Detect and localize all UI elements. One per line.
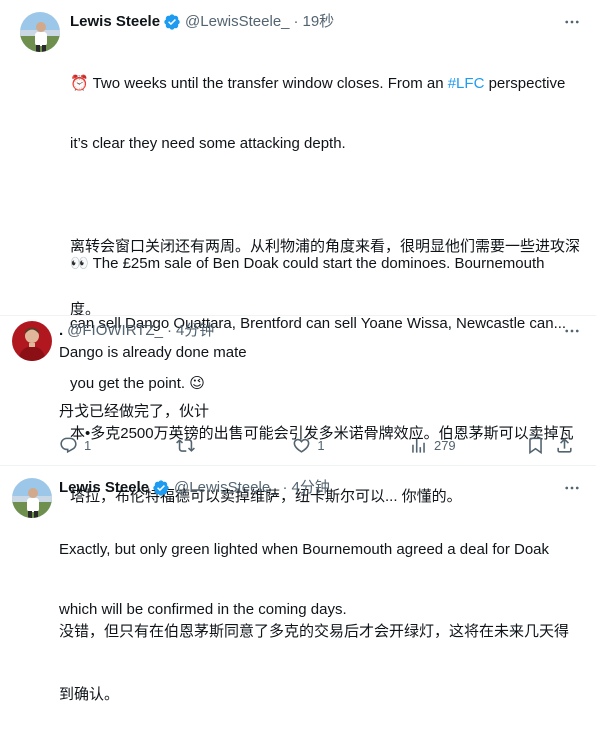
author-name[interactable]: Lewis Steele bbox=[70, 12, 160, 32]
tweet-text: ⏰ Two weeks until the transfer window cl… bbox=[70, 75, 448, 92]
bookmark-button[interactable] bbox=[526, 436, 556, 455]
avatar[interactable] bbox=[12, 478, 52, 518]
timestamp[interactable]: 19秒 bbox=[303, 12, 335, 32]
views-icon bbox=[412, 437, 425, 453]
reply-icon bbox=[60, 437, 77, 453]
separator-dot: · bbox=[282, 479, 288, 496]
action-bar: 1 1 279 bbox=[59, 433, 579, 457]
reply-tweet[interactable]: . @FIOWIRTZ_ · 4分钟 Dango is already done… bbox=[0, 316, 596, 466]
reply-count: 1 bbox=[84, 437, 92, 453]
share-button[interactable] bbox=[555, 436, 579, 455]
separator-dot: · bbox=[166, 322, 172, 339]
views-count: 279 bbox=[433, 437, 456, 453]
timestamp[interactable]: 4分钟 bbox=[292, 478, 330, 498]
verified-badge-icon bbox=[164, 14, 180, 30]
reply-button[interactable]: 1 bbox=[59, 436, 176, 455]
translated-text: 没错，但只有在伯恩茅斯同意了多克的交易后才会开绿灯，这将在未来几天得 bbox=[59, 623, 570, 640]
more-icon[interactable] bbox=[562, 478, 582, 498]
translated-text: 丹戈已经做完了，伙计 bbox=[59, 403, 210, 420]
like-count: 1 bbox=[317, 437, 325, 453]
share-icon bbox=[557, 437, 572, 453]
translated-text: 到确认。 bbox=[59, 686, 120, 703]
more-icon[interactable] bbox=[562, 12, 582, 32]
reply-text: Exactly, but only green lighted when Bou… bbox=[59, 541, 550, 558]
verified-badge-icon bbox=[153, 480, 169, 496]
retweet-icon bbox=[175, 438, 195, 452]
author-handle[interactable]: @LewisSteele_ bbox=[174, 478, 278, 498]
author-handle[interactable]: @LewisSteele_ bbox=[185, 12, 289, 32]
separator-dot: · bbox=[293, 13, 299, 30]
author-name[interactable]: . bbox=[59, 321, 63, 341]
reply-text: Dango is already done mate bbox=[59, 344, 247, 361]
author-name[interactable]: Lewis Steele bbox=[59, 478, 149, 498]
bookmark-icon bbox=[528, 437, 542, 454]
avatar[interactable] bbox=[20, 12, 60, 52]
translated-text: 离转会窗口关闭还有两周。从利物浦的角度来看，很明显他们需要一些进攻深 bbox=[70, 238, 581, 255]
views-button[interactable]: 279 bbox=[409, 436, 526, 455]
timestamp[interactable]: 4分钟 bbox=[176, 321, 214, 341]
main-tweet[interactable]: Lewis Steele @LewisSteele_ · 19秒 ⏰ Two w… bbox=[0, 0, 596, 505]
like-icon bbox=[293, 438, 310, 453]
author-handle[interactable]: @FIOWIRTZ_ bbox=[67, 321, 163, 341]
tweet-text: perspective bbox=[484, 75, 566, 92]
translation-body: 没错，但只有在伯恩茅斯同意了多克的交易后才会开绿灯，这将在未来几天得 到确认。 bbox=[59, 579, 584, 747]
tweet-text: it’s clear they need some attacking dept… bbox=[70, 135, 346, 152]
retweet-button[interactable] bbox=[175, 436, 293, 455]
more-icon[interactable] bbox=[562, 321, 582, 341]
reply-tweet[interactable]: Lewis Steele @LewisSteele_ · 4分钟 Exactly… bbox=[0, 466, 596, 703]
like-button[interactable]: 1 bbox=[292, 436, 409, 455]
hashtag-link[interactable]: #LFC bbox=[448, 75, 485, 92]
avatar[interactable] bbox=[12, 321, 52, 361]
